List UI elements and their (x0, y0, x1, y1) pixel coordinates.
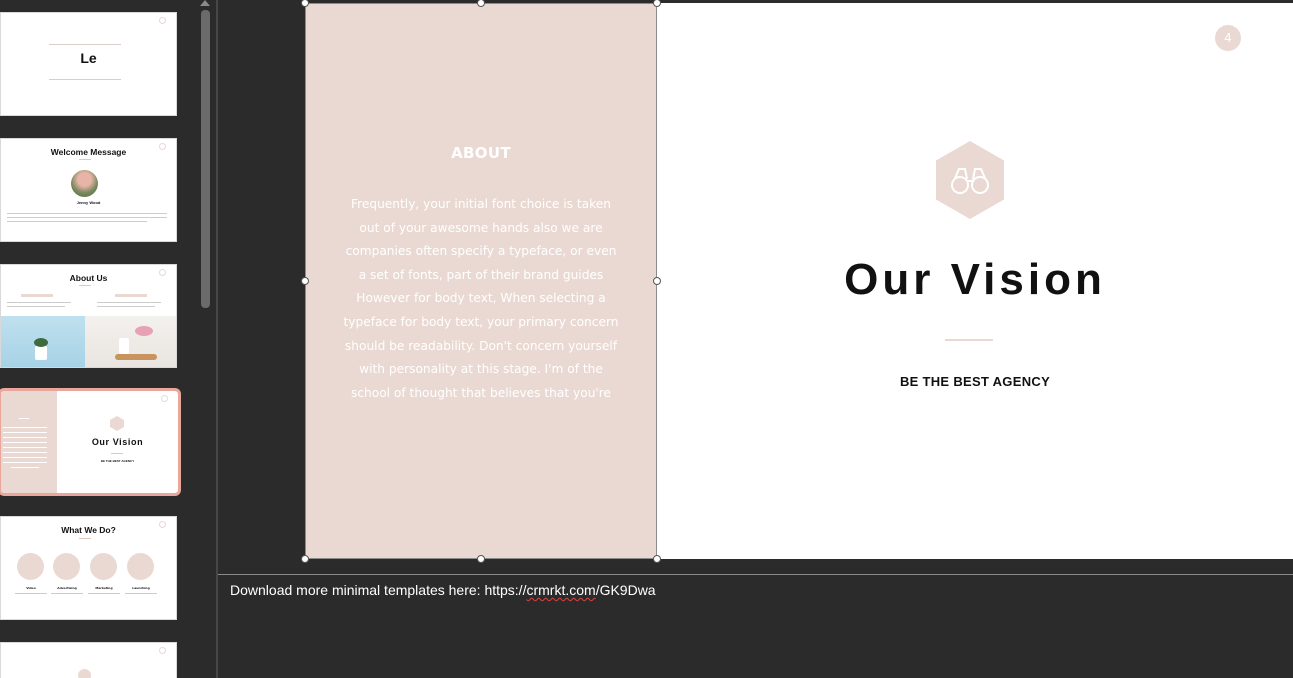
thumb-text-line (19, 418, 29, 419)
slide-title: Our Vision (844, 255, 1106, 304)
notes-splitter[interactable] (218, 574, 1293, 575)
thumb-title: What We Do? (61, 525, 116, 535)
thumb-text-line (7, 213, 167, 214)
thumb-tag (115, 294, 147, 297)
video-icon (17, 553, 44, 580)
thumb-text-line (51, 593, 83, 594)
thumb-rule (79, 159, 91, 160)
thumb-title: Our Vision (91, 437, 144, 447)
rocket-icon (127, 553, 154, 580)
thumb-rule (49, 79, 121, 80)
thumb-subtitle: BE THE BEST AGENCY (100, 459, 135, 463)
scrollbar-thumb[interactable] (201, 10, 210, 308)
notes-text-prefix: Download more minimal templates here: ht… (230, 582, 527, 598)
envelope-icon (90, 553, 117, 580)
slide-subtitle: BE THE BEST AGENCY (899, 374, 1051, 389)
thumbnails-scrollbar[interactable] (196, 0, 216, 678)
slide-thumbnail-6[interactable] (0, 642, 177, 678)
notes-misspelled-word: crmrkt.com (526, 582, 596, 598)
thumb-text-line (7, 306, 65, 307)
thumb-item-label: Advertising (57, 586, 77, 590)
resize-handle-bottom-right[interactable] (653, 555, 661, 563)
thumb-text-line (125, 593, 157, 594)
pane-divider[interactable] (216, 0, 218, 678)
thumb-rule (79, 285, 91, 286)
thumb-text-line (3, 427, 47, 428)
about-body-text: Frequently, your initial font choice is … (343, 197, 619, 400)
thumb-text-line (11, 467, 39, 468)
thumb-text-line (97, 306, 155, 307)
thumb-text-line (7, 217, 167, 218)
title-divider (945, 339, 993, 341)
thumb-text-line (3, 447, 47, 448)
thumb-rule (49, 44, 121, 45)
thumb-badge (161, 395, 168, 402)
thumb-text-line (3, 442, 47, 443)
thumb-text-line (88, 593, 120, 594)
thumb-tag (21, 294, 53, 297)
thumb-text-line (3, 462, 47, 463)
slide-thumbnail-4[interactable]: Our Vision BE THE BEST AGENCY (0, 388, 181, 496)
thumb-text-line (3, 437, 47, 438)
thumb-text-line (3, 432, 47, 433)
thumb-hexagon-icon (110, 416, 124, 431)
thumb-badge (159, 647, 166, 654)
thumb-title: Le (80, 50, 97, 66)
page-number-badge: 4 (1215, 25, 1241, 51)
thumb-name: Jenny Wood (76, 200, 101, 205)
about-text-box[interactable]: ABOUT Frequently, your initial font choi… (305, 3, 657, 559)
thumb-text-line (97, 302, 161, 303)
slide-thumbnail-1[interactable]: Le (0, 12, 177, 116)
slide-thumbnail-5[interactable]: What We Do? Video Advertising Marketing … (0, 516, 177, 620)
avatar (71, 170, 98, 197)
thumb-title: Welcome Message (50, 147, 127, 157)
thumb-text-line (15, 593, 47, 594)
thumb-photo-flowers (85, 316, 176, 367)
thumb-badge (159, 17, 166, 24)
speaker-notes[interactable]: Download more minimal templates here: ht… (230, 582, 656, 598)
resize-handle-left[interactable] (301, 277, 309, 285)
thumb-item-label: Launching (132, 586, 150, 590)
slide-canvas[interactable]: ABOUT Frequently, your initial font choi… (301, 0, 1293, 563)
binoculars-icon (936, 141, 1004, 219)
thumb-rule (111, 453, 123, 454)
thumb-text-line (3, 457, 47, 458)
thumb-text-line (3, 452, 47, 453)
thumb-text-line (7, 302, 71, 303)
slide-thumbnail-3[interactable]: About Us (0, 264, 177, 368)
slide-thumbnail-2[interactable]: Welcome Message Jenny Wood (0, 138, 177, 242)
thumb-text-line (7, 221, 147, 222)
resize-handle-bottom[interactable] (477, 555, 485, 563)
scroll-up-arrow-icon[interactable] (200, 0, 210, 6)
thumb-item-label: Marketing (95, 586, 113, 590)
megaphone-icon (53, 553, 80, 580)
resize-handle-bottom-left[interactable] (301, 555, 309, 563)
notes-text-suffix: /GK9Dwa (595, 582, 656, 598)
slide-thumbnails-pane[interactable]: Le Welcome Message Jenny Wood About Us O… (0, 0, 196, 678)
thumb-item-label: Video (26, 586, 36, 590)
thumb-title: About Us (69, 273, 108, 283)
thumb-photo-plant (1, 316, 85, 367)
thumb-badge-circle (78, 669, 91, 678)
resize-handle-top-right[interactable] (653, 0, 661, 7)
thumb-rule (79, 538, 91, 539)
about-title: ABOUT (451, 144, 511, 162)
thumb-about-panel (1, 391, 57, 493)
